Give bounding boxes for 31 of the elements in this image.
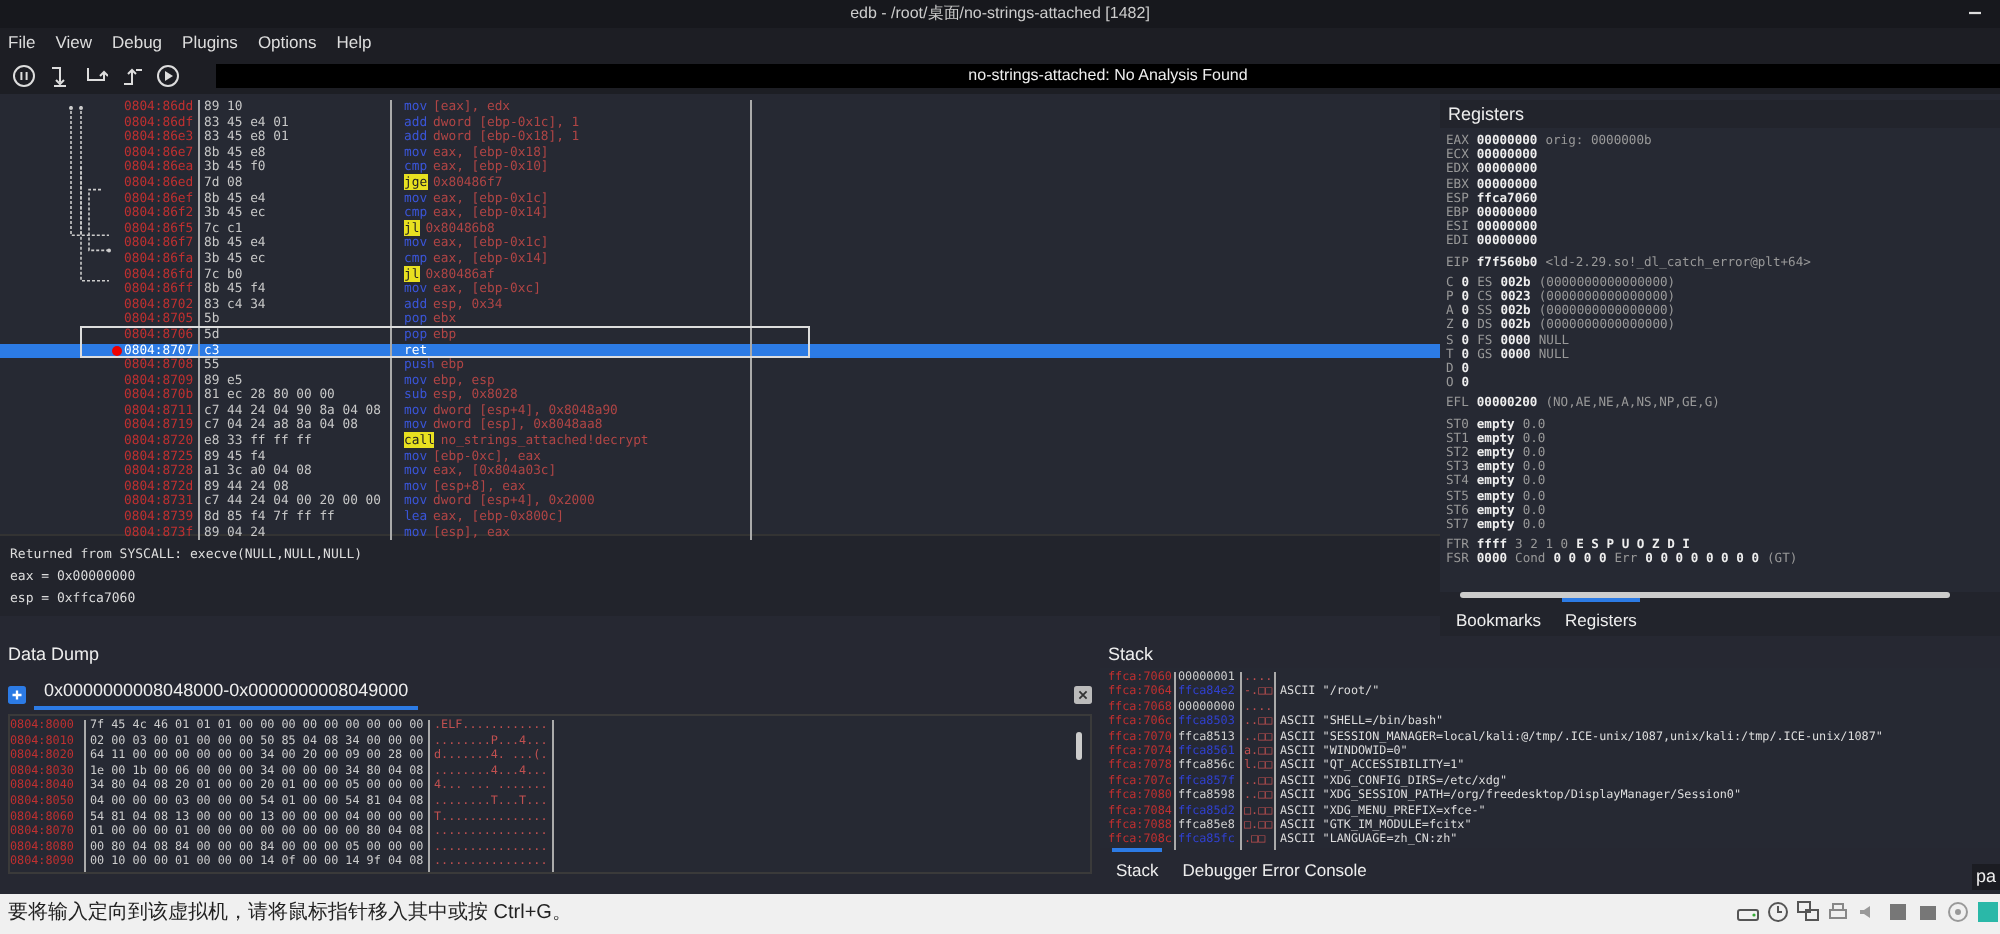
tab[interactable]: Bookmarks: [1452, 598, 1546, 640]
window-title: edb - /root/桌面/no-strings-attached [1482]: [850, 2, 1150, 26]
printer-icon[interactable]: [1826, 900, 1850, 924]
tray-label: pa: [1971, 863, 2000, 890]
menu-item[interactable]: File: [8, 28, 36, 56]
clock-icon[interactable]: [1766, 900, 1790, 924]
menu-item[interactable]: Options: [257, 28, 317, 56]
add-tab-icon[interactable]: [8, 685, 26, 703]
tab[interactable]: Registers: [1561, 598, 1641, 640]
scrollbar[interactable]: [1460, 592, 1950, 598]
menu-item[interactable]: Help: [336, 28, 372, 56]
status-message: 要将输入定向到该虚拟机，请将鼠标指针移入其中或按 Ctrl+G。: [6, 902, 572, 924]
step-into-icon[interactable]: [48, 63, 72, 87]
scrollbar[interactable]: [1076, 732, 1082, 760]
menu-item[interactable]: View: [55, 28, 92, 56]
breakpoint-dot[interactable]: [112, 345, 122, 356]
menu-item[interactable]: Plugins: [182, 28, 238, 56]
panel-title: Registers: [1446, 102, 1527, 128]
tab[interactable]: Debugger Error Console: [1178, 848, 1371, 890]
step-over-icon[interactable]: [84, 63, 108, 87]
close-icon[interactable]: [1074, 685, 1092, 703]
panel-title: Stack: [1106, 642, 1156, 668]
panel-title: Data Dump: [6, 642, 102, 668]
pause-icon[interactable]: [12, 63, 36, 87]
tab[interactable]: Stack: [1112, 848, 1163, 890]
network-icon[interactable]: [1796, 900, 1820, 924]
step-out-icon[interactable]: [120, 63, 144, 87]
analysis-banner: no-strings-attached: No Analysis Found: [216, 63, 2000, 87]
tab[interactable]: 0x0000000008048000-0x0000000008049000: [34, 678, 419, 710]
run-icon[interactable]: [156, 63, 180, 87]
menu-item[interactable]: Debug: [111, 28, 163, 56]
